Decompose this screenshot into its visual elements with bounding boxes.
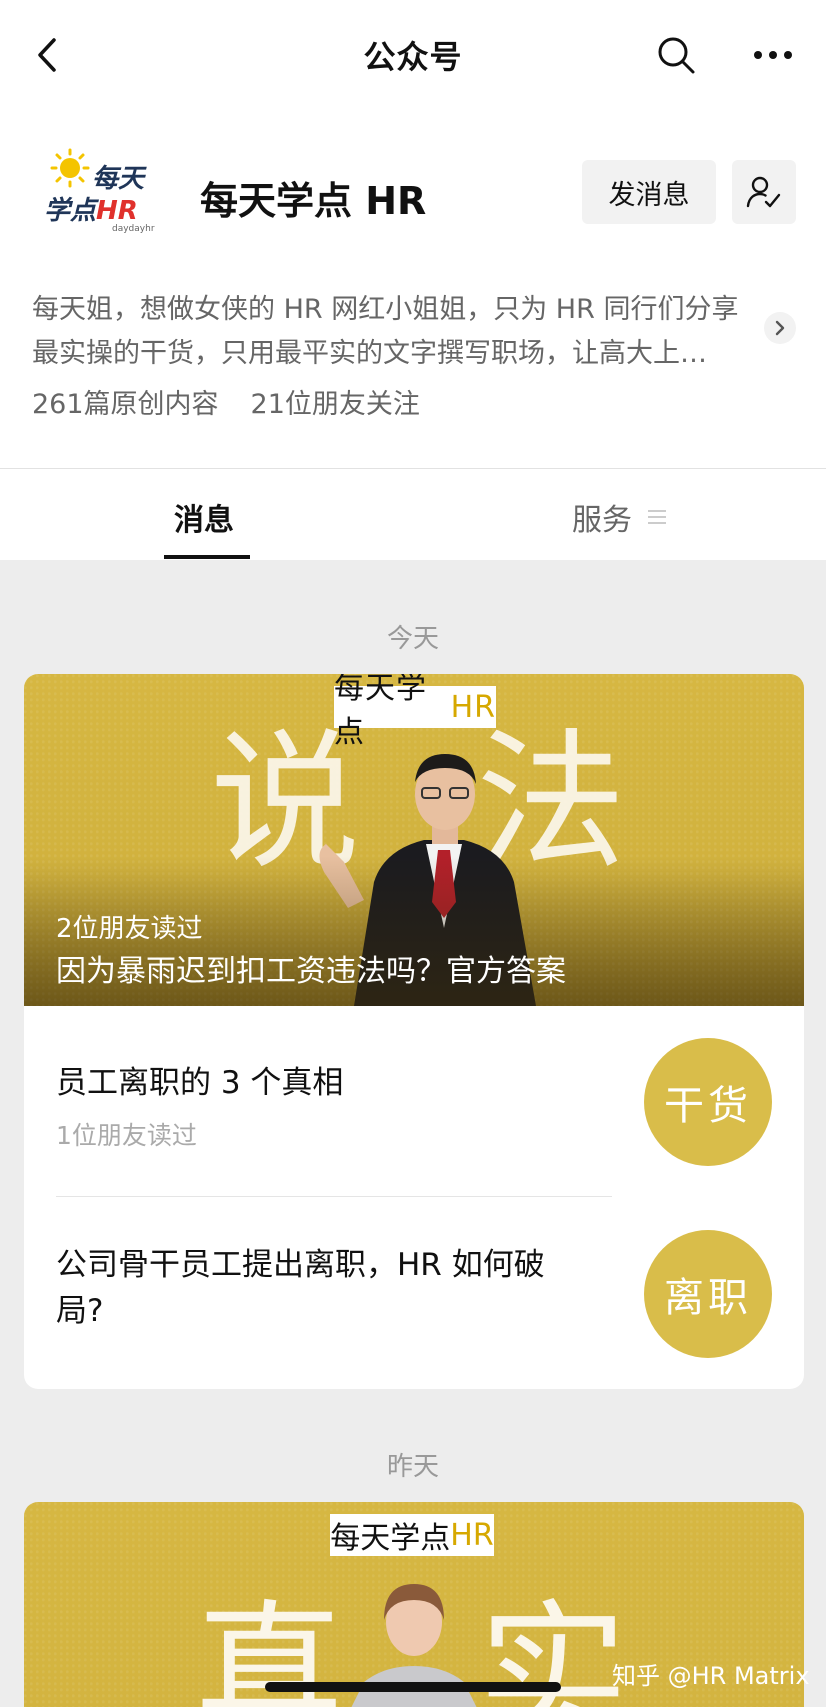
tab-bar: 消息 服务: [0, 468, 826, 560]
article-item[interactable]: 员工离职的 3 个真相 1位朋友读过 干货: [24, 1006, 804, 1194]
send-message-button[interactable]: 发消息: [582, 160, 716, 224]
tab-messages[interactable]: 消息: [174, 495, 234, 539]
tab-services-label: 服务: [572, 503, 632, 538]
cover-headline: 因为暴雨迟到扣工资违法吗？官方答案: [56, 954, 566, 989]
account-name: 每天学点 HR: [200, 179, 427, 223]
follow-button[interactable]: [732, 160, 796, 224]
search-icon[interactable]: [655, 34, 697, 76]
cover2-brand-prefix: 每天学点: [330, 1521, 451, 1556]
account-description[interactable]: 每天姐，想做女侠的 HR 网红小姐姐，只为 HR 同行们分享最实操的干货，只用最…: [32, 288, 762, 376]
cover2-brand: 每天学点 HR: [330, 1514, 494, 1556]
article-thumbnail: 离职: [644, 1230, 772, 1358]
cover-readers: 2位朋友读过: [56, 914, 203, 944]
watermark: 知乎 @HR Matrix: [612, 1662, 810, 1690]
chevron-right-icon: [775, 320, 785, 336]
article-readers: 1位朋友读过: [56, 1121, 197, 1150]
active-tab-indicator: [164, 555, 250, 559]
article-thumbnail: 干货: [644, 1038, 772, 1166]
thumbnail-text: 干货: [664, 1083, 752, 1129]
account-stats: 261篇原创内容 21位朋友关注: [32, 382, 420, 421]
article-title: 员工离职的 3 个真相: [56, 1065, 344, 1101]
thumbnail-text: 离职: [664, 1275, 752, 1321]
account-profile: 每天 学点HR daydayhr 每天学点 HR 发消息 每天姐，想做女侠的 H…: [0, 110, 826, 468]
cover-brand-hr: HR: [450, 689, 496, 725]
user-check-icon: [746, 176, 781, 208]
cover2-brand-hr: HR: [450, 1517, 494, 1553]
tab-services[interactable]: 服务: [572, 495, 666, 539]
date-label-today: 今天: [386, 624, 439, 654]
date-label-yesterday: 昨天: [386, 1452, 439, 1482]
logo-sub: daydayhr: [112, 224, 155, 234]
logo-line2: 学点HR: [44, 196, 138, 226]
item-divider: [56, 1196, 612, 1197]
articles-count[interactable]: 261篇原创内容: [32, 382, 219, 421]
cover-brand: 每天学点 HR: [334, 674, 496, 750]
page-title: 公众号: [363, 38, 463, 76]
back-arrow-icon[interactable]: [28, 30, 68, 80]
home-indicator[interactable]: [265, 1682, 561, 1692]
top-bar: 公众号: [0, 0, 826, 110]
expand-description-button[interactable]: [764, 312, 796, 344]
menu-lines-icon: [648, 510, 666, 524]
more-options-icon[interactable]: [752, 40, 794, 70]
friends-following-count[interactable]: 21位朋友关注: [251, 382, 420, 421]
article-card: 说 法 每天学点 HR 2位朋友读过 因为暴雨迟到扣工资违法吗？官方答案 员工离职…: [24, 674, 804, 1389]
article-item[interactable]: 公司骨干员工提出离职，HR 如何破局? 离职: [24, 1198, 804, 1388]
cover-article[interactable]: 说 法 每天学点 HR 2位朋友读过 因为暴雨迟到扣工资违法吗？官方答案: [24, 674, 804, 1006]
account-logo[interactable]: 每天 学点HR daydayhr: [40, 146, 160, 246]
article-title: 公司骨干员工提出离职，HR 如何破局?: [56, 1247, 545, 1329]
